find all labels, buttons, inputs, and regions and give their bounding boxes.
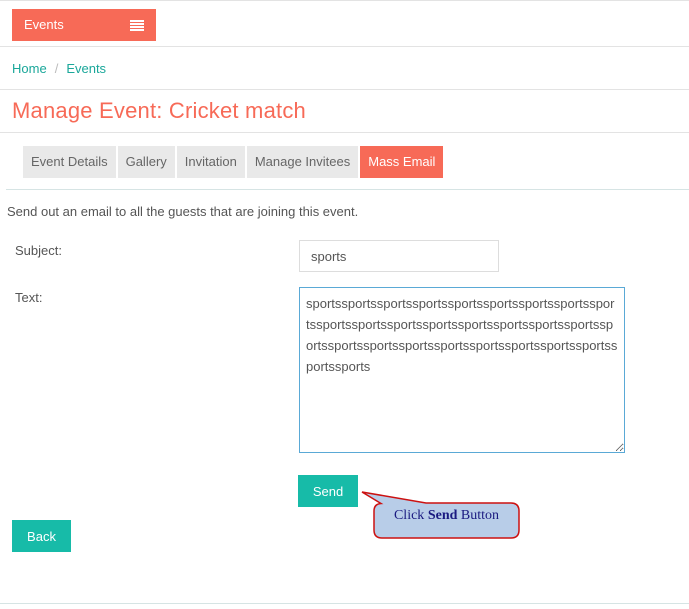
title-bar: Manage Event: Cricket match [0,90,689,133]
breadcrumb: Home / Events [12,61,106,76]
breadcrumb-home-link[interactable]: Home [12,61,47,76]
tab-invitation[interactable]: Invitation [176,146,245,178]
breadcrumb-events-link[interactable]: Events [66,61,106,76]
subject-label: Subject: [15,243,62,258]
tab-gallery[interactable]: Gallery [117,146,175,178]
text-label: Text: [15,290,43,305]
page-title: Manage Event: Cricket match [12,98,306,123]
tab-event-details[interactable]: Event Details [23,146,116,178]
tabs-divider [6,189,689,190]
subject-input[interactable] [299,240,499,272]
events-menu-button[interactable]: Events [12,9,156,41]
footer-divider [0,603,689,604]
tab-manage-invitees[interactable]: Manage Invitees [246,146,359,178]
tab-mass-email[interactable]: Mass Email [360,146,444,178]
callout-text: Click Send Button [393,508,500,523]
events-menu-label: Events [24,17,64,32]
breadcrumb-separator: / [54,61,59,76]
intro-text: Send out an email to all the guests that… [7,204,359,219]
breadcrumb-bar: Home / Events [0,47,689,90]
email-text-area[interactable] [299,287,625,453]
top-bar: Events [0,0,689,47]
tab-bar: Event Details Gallery Invitation Manage … [23,146,445,178]
hamburger-icon [130,20,144,31]
send-button[interactable]: Send [298,475,358,507]
back-button[interactable]: Back [12,520,71,552]
